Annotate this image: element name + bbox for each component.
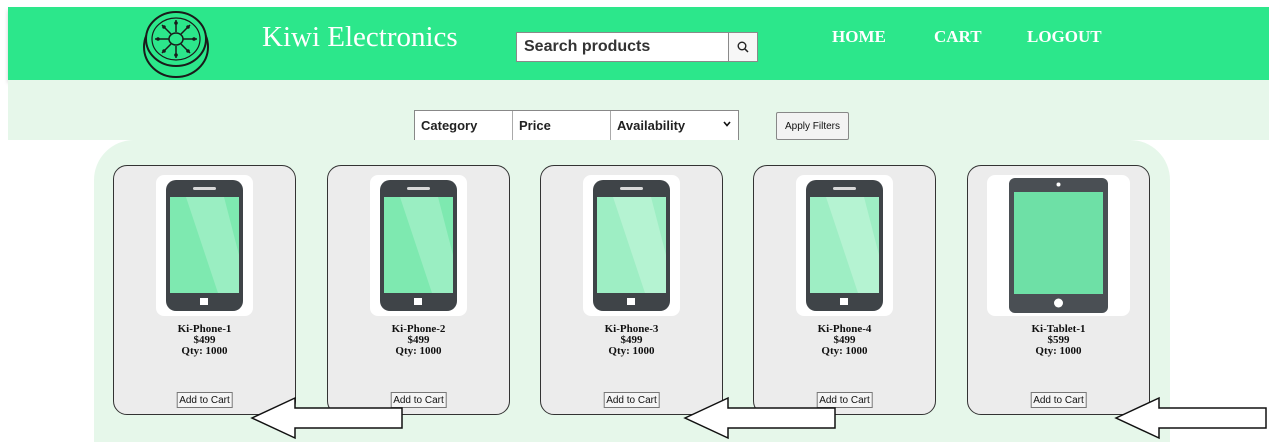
product-info: Ki-Phone-2 $499 Qty: 1000	[328, 324, 509, 357]
product-card: Ki-Phone-2 $499 Qty: 1000 Add to Cart	[327, 165, 510, 415]
search-bar	[516, 32, 758, 62]
arrow-left-icon	[1114, 396, 1267, 440]
product-qty: Qty: 1000	[395, 345, 442, 357]
product-image[interactable]	[156, 175, 253, 316]
product-qty: Qty: 1000	[1035, 345, 1082, 357]
product-image[interactable]	[583, 175, 680, 316]
top-navbar: Kiwi Electronics HOME CART LOGOUT	[8, 7, 1269, 80]
price-select[interactable]: Price	[513, 111, 611, 140]
availability-select[interactable]: Availability	[611, 111, 738, 140]
product-image[interactable]	[796, 175, 893, 316]
search-icon	[737, 41, 749, 53]
nav-home[interactable]: HOME	[832, 27, 886, 47]
product-image[interactable]	[370, 175, 467, 316]
add-to-cart-button[interactable]: Add to Cart	[603, 392, 660, 408]
availability-select-wrap: Availability	[611, 111, 738, 140]
filter-selects: Category Price Availability	[414, 110, 739, 141]
add-to-cart-button[interactable]: Add to Cart	[1030, 392, 1087, 408]
search-input[interactable]	[516, 32, 728, 62]
product-info: Ki-Tablet-1 $599 Qty: 1000	[968, 324, 1149, 357]
kiwi-logo-icon[interactable]	[136, 3, 216, 83]
apply-filters-button[interactable]: Apply Filters	[776, 112, 849, 140]
nav-cart[interactable]: CART	[934, 27, 982, 47]
tablet-icon	[1009, 178, 1108, 313]
product-qty: Qty: 1000	[608, 345, 655, 357]
product-card: Ki-Tablet-1 $599 Qty: 1000 Add to Cart	[967, 165, 1150, 415]
product-card: Ki-Phone-4 $499 Qty: 1000 Add to Cart	[753, 165, 936, 415]
add-to-cart-button[interactable]: Add to Cart	[176, 392, 233, 408]
phone-icon	[806, 180, 883, 311]
arrow-left-icon	[683, 396, 836, 440]
product-image[interactable]	[987, 175, 1130, 316]
category-select[interactable]: Category	[415, 111, 513, 140]
product-card: Ki-Phone-3 $499 Qty: 1000 Add to Cart	[540, 165, 723, 415]
product-qty: Qty: 1000	[181, 345, 228, 357]
product-qty: Qty: 1000	[821, 345, 868, 357]
brand-title[interactable]: Kiwi Electronics	[262, 21, 458, 54]
product-info: Ki-Phone-3 $499 Qty: 1000	[541, 324, 722, 357]
phone-icon	[380, 180, 457, 311]
arrow-left-icon	[250, 396, 403, 440]
nav-logout[interactable]: LOGOUT	[1027, 27, 1102, 47]
product-info: Ki-Phone-4 $499 Qty: 1000	[754, 324, 935, 357]
phone-icon	[166, 180, 243, 311]
search-button[interactable]	[728, 32, 758, 62]
product-card: Ki-Phone-1 $499 Qty: 1000 Add to Cart	[113, 165, 296, 415]
phone-icon	[593, 180, 670, 311]
product-info: Ki-Phone-1 $499 Qty: 1000	[114, 324, 295, 357]
